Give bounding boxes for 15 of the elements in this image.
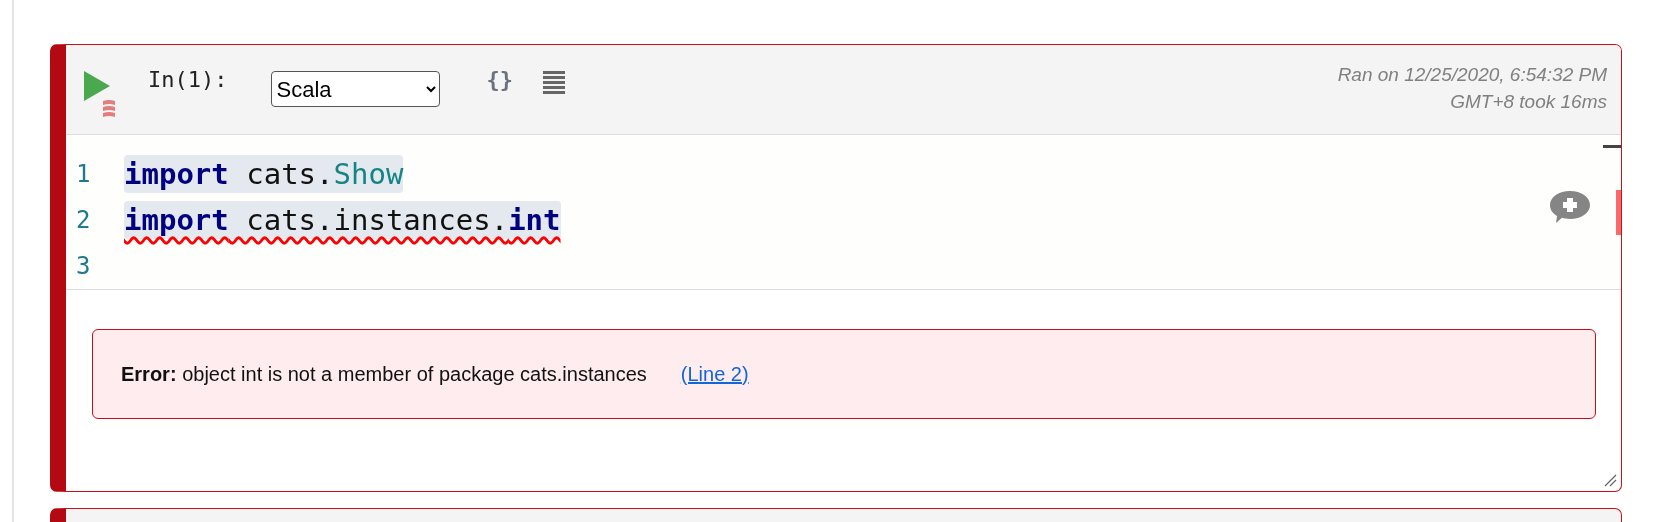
error-marker <box>1616 190 1621 235</box>
run-status: Ran on 12/25/2020, 6:54:32 PM GMT+8 took 16ms <box>1337 63 1607 114</box>
resize-grip-icon[interactable] <box>1603 473 1617 487</box>
line-number: 1 <box>75 160 92 188</box>
line-number: 2 <box>75 206 92 234</box>
language-select[interactable]: Scala <box>271 71 441 107</box>
menu-icon[interactable] <box>543 71 565 95</box>
run-icon[interactable] <box>84 71 110 101</box>
error-message: Error: object int is not a member of package cats.instances <box>121 362 647 386</box>
cell-prompt: In(1): <box>148 67 228 92</box>
scala-logo-icon <box>102 99 116 119</box>
format-button[interactable]: {} <box>486 67 513 92</box>
line-number: 3 <box>75 252 92 280</box>
add-comment-icon[interactable] <box>1549 189 1591 225</box>
line-link[interactable]: (Line 2) <box>680 362 749 386</box>
